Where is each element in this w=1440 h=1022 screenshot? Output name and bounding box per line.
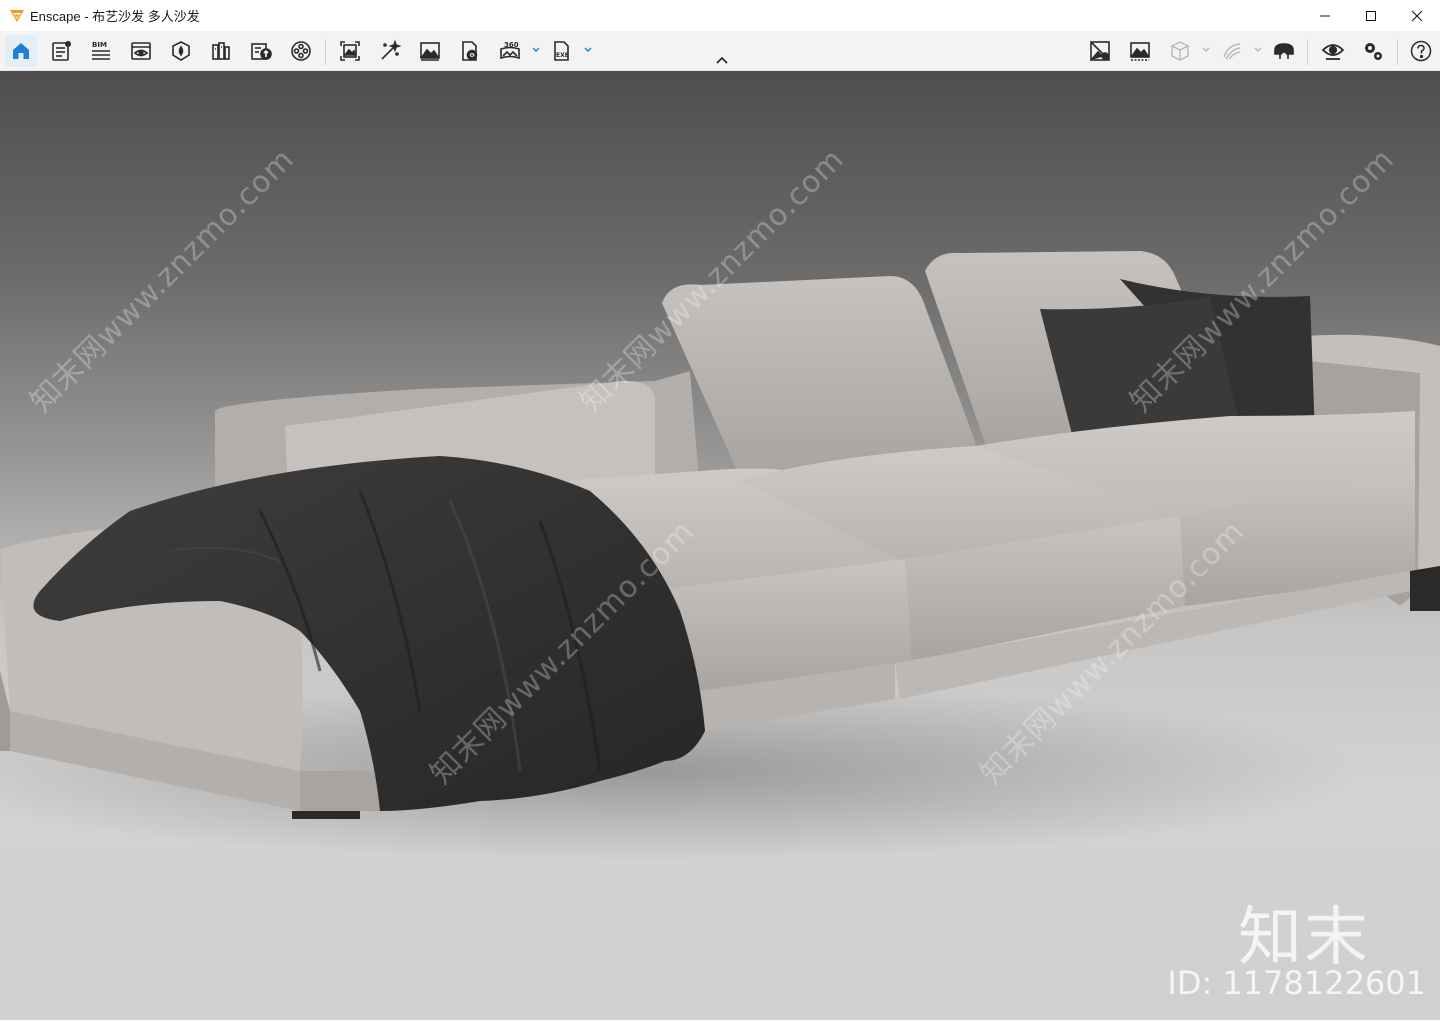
image-gallery-button[interactable] bbox=[414, 35, 446, 67]
visual-settings-eye-icon bbox=[1321, 44, 1345, 60]
export-exe-icon: EXE bbox=[554, 41, 569, 61]
help-button[interactable] bbox=[1405, 35, 1437, 67]
screenshot-button[interactable] bbox=[334, 35, 366, 67]
panorama-360-button[interactable]: 360 bbox=[494, 35, 526, 67]
texture-toggle-button[interactable] bbox=[1084, 35, 1116, 67]
grid-image-button[interactable] bbox=[1124, 35, 1156, 67]
enscape-logo-icon bbox=[10, 9, 24, 22]
document-title: 布艺沙发 多人沙发 bbox=[92, 9, 200, 24]
window-title: Enscape - 布艺沙发 多人沙发 bbox=[30, 6, 200, 25]
main-toolbar: BIM 360 EXE bbox=[0, 31, 1440, 71]
batch-render-button[interactable] bbox=[374, 35, 406, 67]
bim-label: BIM bbox=[92, 41, 107, 49]
title-separator: - bbox=[80, 9, 93, 24]
maximize-icon bbox=[1366, 10, 1376, 21]
cube-icon bbox=[1171, 41, 1189, 61]
grid-image-icon bbox=[1130, 42, 1150, 61]
web-standalone-icon bbox=[462, 41, 478, 61]
settings-list-icon bbox=[52, 40, 71, 61]
screenshot-icon bbox=[340, 41, 360, 61]
chevron-down-icon[interactable] bbox=[531, 45, 541, 55]
video-editor-button[interactable] bbox=[285, 35, 317, 67]
cube-button[interactable] bbox=[1164, 35, 1196, 67]
settings-list-button[interactable] bbox=[45, 35, 77, 67]
close-button[interactable] bbox=[1394, 0, 1440, 31]
vr-headset-icon bbox=[1274, 43, 1294, 59]
exe-label: EXE bbox=[556, 52, 569, 59]
texture-toggle-icon bbox=[1089, 41, 1110, 61]
upload-icon bbox=[251, 43, 272, 60]
chevron-down-icon[interactable] bbox=[1253, 45, 1263, 55]
brand-id-label: ID: 1178122601 bbox=[1167, 964, 1426, 1002]
view-management-button[interactable] bbox=[125, 35, 157, 67]
toolbar-separator bbox=[325, 39, 326, 65]
maximize-button[interactable] bbox=[1348, 0, 1394, 31]
home-button[interactable] bbox=[5, 35, 37, 67]
image-gallery-icon bbox=[420, 42, 440, 61]
minimize-icon bbox=[1320, 15, 1330, 16]
title-bar: Enscape - 布艺沙发 多人沙发 bbox=[0, 0, 1440, 31]
minimize-button[interactable] bbox=[1302, 0, 1348, 31]
asset-library-button[interactable] bbox=[165, 35, 197, 67]
collapse-toolbar-icon[interactable] bbox=[714, 55, 730, 65]
orbit-button[interactable] bbox=[1216, 35, 1248, 67]
visual-settings-button[interactable] bbox=[1317, 35, 1349, 67]
bim-icon: BIM bbox=[92, 41, 110, 60]
video-editor-icon bbox=[291, 41, 311, 61]
help-icon bbox=[1410, 40, 1432, 62]
general-settings-button[interactable] bbox=[1357, 35, 1389, 67]
view-management-icon bbox=[131, 42, 151, 60]
chevron-down-icon[interactable] bbox=[1201, 45, 1211, 55]
export-exe-button[interactable]: EXE bbox=[546, 35, 578, 67]
material-editor-button[interactable] bbox=[205, 35, 237, 67]
bim-button[interactable]: BIM bbox=[85, 35, 117, 67]
toolbar-separator bbox=[1397, 39, 1398, 65]
web-standalone-button[interactable] bbox=[454, 35, 486, 67]
toolbar-separator bbox=[1307, 39, 1308, 65]
window-controls bbox=[1302, 0, 1440, 31]
home-icon bbox=[13, 43, 29, 59]
vr-headset-button[interactable] bbox=[1268, 35, 1300, 67]
asset-library-icon bbox=[172, 41, 190, 61]
app-name: Enscape bbox=[30, 9, 81, 24]
render-viewport[interactable]: 知末网www.znzmo.com 知末网www.znzmo.com 知末网www… bbox=[0, 71, 1440, 1020]
orbit-icon bbox=[1223, 43, 1241, 60]
close-icon bbox=[1411, 10, 1423, 21]
batch-render-icon bbox=[381, 39, 402, 60]
chevron-down-icon[interactable] bbox=[583, 45, 593, 55]
general-settings-icon bbox=[1365, 43, 1382, 60]
upload-button[interactable] bbox=[245, 35, 277, 67]
material-editor-icon bbox=[212, 42, 230, 60]
panorama-360-icon: 360 bbox=[500, 41, 520, 60]
